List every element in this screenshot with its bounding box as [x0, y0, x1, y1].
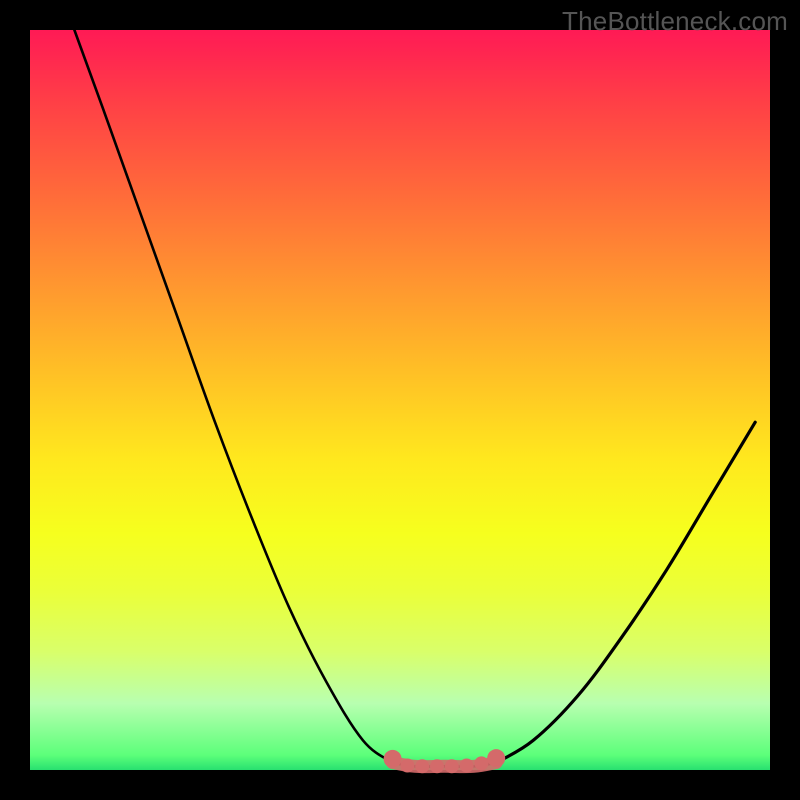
- chart-frame: TheBottleneck.com: [0, 0, 800, 800]
- curve-group: [74, 30, 755, 767]
- right-curve: [496, 422, 755, 762]
- curve-layer: [30, 30, 770, 770]
- marker-group: [384, 749, 506, 773]
- marker-end-dot: [384, 750, 402, 768]
- plot-area: [30, 30, 770, 770]
- marker-end-dot: [487, 749, 505, 767]
- marker-dot: [430, 759, 444, 773]
- marker-dot: [400, 759, 414, 773]
- marker-dot: [474, 756, 488, 770]
- marker-dot: [415, 759, 429, 773]
- left-curve: [74, 30, 392, 763]
- watermark-text: TheBottleneck.com: [562, 6, 788, 37]
- marker-dot: [445, 759, 459, 773]
- marker-dot: [460, 759, 474, 773]
